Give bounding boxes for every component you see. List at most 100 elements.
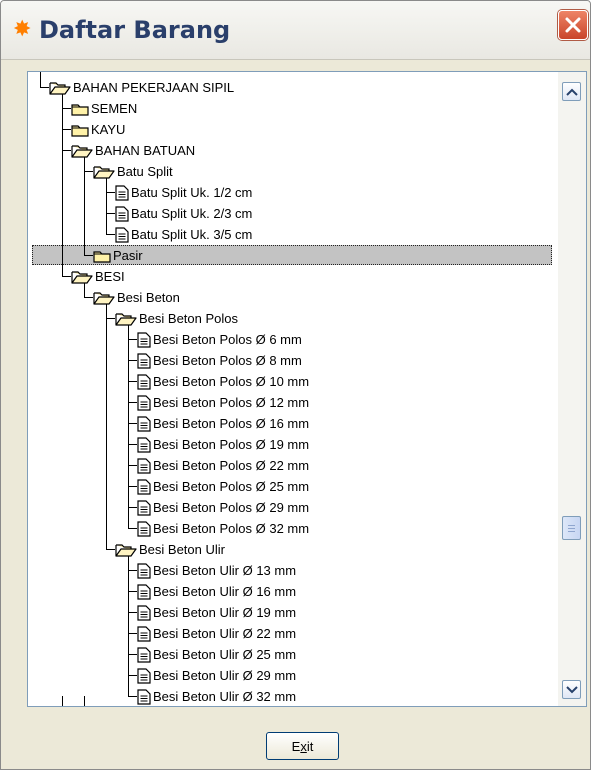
tree-item[interactable]: Besi Beton Polos Ø 16 mm [137, 413, 309, 434]
chevron-up-icon [566, 88, 578, 96]
scroll-down-button[interactable] [562, 680, 581, 699]
document-icon [115, 184, 129, 201]
document-icon [137, 562, 151, 579]
tree-item[interactable]: Batu Split Uk. 2/3 cm [115, 203, 252, 224]
document-icon [137, 478, 151, 495]
tree-connector-horizontal [62, 129, 71, 130]
tree-item[interactable]: Besi Beton Polos Ø 10 mm [137, 371, 309, 392]
tree-item[interactable]: Besi Beton Polos Ø 32 mm [137, 518, 309, 539]
document-icon [137, 352, 151, 369]
tree-item[interactable]: Besi Beton Polos Ø 6 mm [137, 329, 302, 350]
tree-connector-horizontal [84, 255, 93, 256]
tree-item-label: Besi Beton Polos Ø 8 mm [153, 352, 302, 368]
tree-folder[interactable]: BAHAN BATUAN [71, 140, 195, 161]
tree-folder[interactable]: SEMEN [71, 98, 137, 119]
tree-folder[interactable]: Pasir [93, 245, 143, 266]
document-icon [137, 394, 151, 411]
document-icon [137, 604, 151, 621]
folder-open-icon [93, 164, 115, 180]
tree-connector-horizontal [128, 339, 137, 340]
document-icon [115, 205, 129, 222]
scroll-up-button[interactable] [562, 82, 581, 101]
tree-item[interactable]: Besi Beton Polos Ø 8 mm [137, 350, 302, 371]
document-icon [137, 436, 151, 453]
tree-connector-horizontal [62, 276, 71, 277]
folder-icon [93, 248, 111, 264]
tree-item-label: Besi Beton Polos Ø 10 mm [153, 373, 310, 389]
tree-connector-horizontal [106, 549, 115, 550]
document-icon [137, 625, 151, 642]
tree-folder[interactable]: KAYU [71, 119, 125, 140]
tree-item-label: KAYU [91, 121, 126, 137]
tree-item-label: BAHAN BATUAN [95, 142, 196, 158]
tree-connector-horizontal [84, 297, 93, 298]
folder-open-icon [71, 269, 93, 285]
tree-item-label: Besi Beton Polos Ø 16 mm [153, 415, 310, 431]
folder-icon [71, 101, 89, 117]
tree-item[interactable]: Batu Split Uk. 1/2 cm [115, 182, 252, 203]
tree-item-label: SEMEN [91, 100, 138, 116]
tree-connector-horizontal [128, 360, 137, 361]
tree-item-label: Besi Beton Polos Ø 19 mm [153, 436, 310, 452]
tree-connector-horizontal [62, 108, 71, 109]
tree-folder[interactable]: BESI [71, 266, 125, 287]
title-bar[interactable]: ✸ Daftar Barang [1, 1, 590, 60]
tree-item-label: Besi Beton Ulir Ø 22 mm [153, 625, 297, 641]
tree-item[interactable]: Besi Beton Polos Ø 29 mm [137, 497, 309, 518]
tree-item[interactable]: Besi Beton Polos Ø 25 mm [137, 476, 309, 497]
tree-connector-vertical [62, 696, 63, 706]
tree-item-label: Besi Beton Ulir Ø 29 mm [153, 667, 297, 683]
tree-item-label: Besi Beton Polos Ø 22 mm [153, 457, 310, 473]
tree-connector-horizontal [128, 528, 137, 529]
tree-item-label: Batu Split Uk. 2/3 cm [131, 205, 253, 221]
item-tree-panel: BAHAN PEKERJAAN SIPIL SEMEN KAYU BAHAN BATU… [27, 71, 587, 707]
tree-connector-horizontal [128, 591, 137, 592]
scroll-thumb[interactable] [562, 516, 581, 540]
tree-item-label: Pasir [113, 247, 143, 263]
tree-folder[interactable]: Besi Beton Ulir [115, 539, 225, 560]
tree-connector-horizontal [128, 444, 137, 445]
tree-item-label: Batu Split Uk. 1/2 cm [131, 184, 253, 200]
tree-connector-vertical [84, 696, 85, 706]
folder-icon [71, 122, 89, 138]
tree-connector-horizontal [128, 402, 137, 403]
tree-folder[interactable]: Besi Beton [93, 287, 180, 308]
folder-open-icon [115, 542, 137, 558]
tree-connector-horizontal [106, 234, 115, 235]
close-button[interactable] [558, 10, 588, 40]
tree-connector-horizontal [128, 633, 137, 634]
tree-item[interactable]: Besi Beton Ulir Ø 25 mm [137, 644, 296, 665]
vertical-scrollbar[interactable] [558, 72, 586, 706]
tree-item-label: Besi Beton Polos Ø 12 mm [153, 394, 310, 410]
tree-connector-horizontal [128, 381, 137, 382]
item-tree[interactable]: BAHAN PEKERJAAN SIPIL SEMEN KAYU BAHAN BATU… [28, 72, 558, 706]
tree-item[interactable]: Besi Beton Ulir Ø 19 mm [137, 602, 296, 623]
tree-item[interactable]: Besi Beton Ulir Ø 32 mm [137, 686, 296, 706]
tree-connector-horizontal [128, 486, 137, 487]
tree-item[interactable]: Besi Beton Polos Ø 22 mm [137, 455, 309, 476]
tree-item[interactable]: Besi Beton Ulir Ø 22 mm [137, 623, 296, 644]
exit-button[interactable]: Exit [266, 732, 339, 760]
tree-folder[interactable]: Besi Beton Polos [115, 308, 238, 329]
tree-item[interactable]: Besi Beton Ulir Ø 29 mm [137, 665, 296, 686]
tree-item[interactable]: Besi Beton Ulir Ø 13 mm [137, 560, 296, 581]
tree-connector-vertical [62, 89, 63, 276]
document-icon [137, 331, 151, 348]
tree-item-label: Besi Beton Polos Ø 6 mm [153, 331, 302, 347]
grip-icon [568, 531, 575, 532]
tree-item[interactable]: Besi Beton Ulir Ø 16 mm [137, 581, 296, 602]
tree-connector-horizontal [106, 192, 115, 193]
tree-item[interactable]: Batu Split Uk. 3/5 cm [115, 224, 252, 245]
tree-connector-horizontal [128, 507, 137, 508]
tree-folder[interactable]: Batu Split [93, 161, 173, 182]
tree-connector-horizontal [128, 570, 137, 571]
tree-item[interactable]: Besi Beton Polos Ø 12 mm [137, 392, 309, 413]
tree-item-label: Besi Beton Ulir Ø 16 mm [153, 583, 297, 599]
tree-item-label: Besi Beton Ulir Ø 19 mm [153, 604, 297, 620]
daftar-barang-window: ✸ Daftar Barang BAHAN PEKERJAAN SIPIL SEM… [0, 0, 591, 770]
tree-connector-horizontal [128, 654, 137, 655]
grip-icon [568, 528, 575, 529]
tree-folder[interactable]: BAHAN PEKERJAAN SIPIL [49, 77, 234, 98]
tree-item[interactable]: Besi Beton Polos Ø 19 mm [137, 434, 309, 455]
close-icon [565, 17, 581, 33]
